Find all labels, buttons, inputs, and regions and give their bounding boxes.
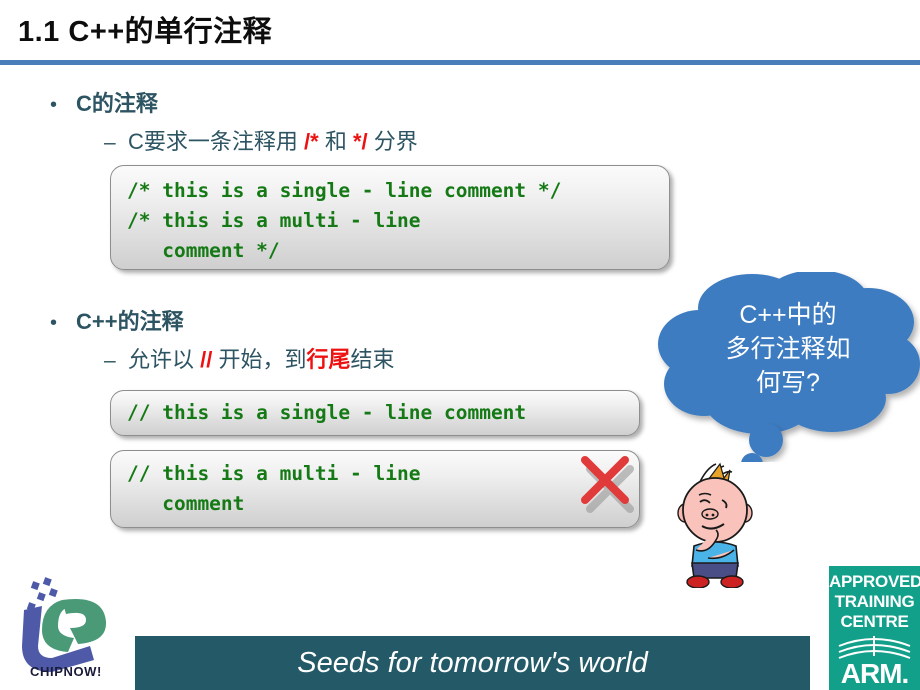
arm-badge-line: APPROVED (829, 572, 920, 591)
bullet-label: C++的注释 (76, 309, 184, 334)
sub-text-part: C要求一条注释用 (128, 129, 305, 154)
code-box-c-comments: /* this is a single - line comment */ /*… (110, 165, 670, 270)
thinking-boy-icon (677, 462, 753, 588)
sub-text-part-highlight: // (200, 347, 213, 372)
code-line: comment */ (127, 239, 280, 262)
arm-wordmark: ARM. (840, 658, 910, 689)
code-line: /* this is a single - line comment */ (127, 179, 562, 202)
arm-badge-line: TRAINING (834, 592, 915, 611)
code-line: /* this is a multi - line (127, 209, 421, 232)
sub-text-part: 分界 (367, 129, 418, 154)
thought-bubble-shape (658, 270, 920, 475)
sub-bullet-dash-icon: – (104, 349, 116, 372)
thought-bubble: C++中的 多行注释如 何写? (656, 270, 920, 475)
bullet-label: C的注释 (76, 91, 158, 116)
bullet-item-c-comments: • C的注释 (50, 86, 158, 118)
chipnow-wordmark: CHIPNOW! (30, 664, 102, 679)
code-box-cpp-single-line: // this is a single - line comment (110, 390, 640, 436)
sub-bullet-text: 允许以 // 开始，到行尾结束 (128, 342, 395, 374)
sub-bullet-dash-icon: – (104, 131, 116, 154)
code-box-cpp-multi-line-invalid: // this is a multi - line comment (110, 450, 640, 528)
sub-bullet-cpp-syntax: – 允许以 // 开始，到行尾结束 (104, 342, 395, 374)
code-line: // this is a single - line comment (127, 401, 527, 424)
sub-text-part: 和 (318, 129, 353, 154)
bullet-item-cpp-comments: • C++的注释 (50, 304, 184, 336)
sub-text-part: 允许以 (128, 347, 201, 372)
bullet-marker-icon: • (50, 312, 58, 334)
sub-text-part-highlight: 行尾 (306, 347, 351, 372)
red-x-icon (581, 456, 634, 513)
arm-approved-training-centre-badge: APPROVED TRAINING CENTRE ARM. (829, 566, 920, 690)
sub-text-part-highlight: */ (352, 129, 368, 154)
footer-tagline: Seeds for tomorrow's world (297, 647, 648, 679)
page-title: 1.1 C++的单行注释 (18, 16, 273, 48)
code-line: // this is a multi - line (127, 462, 421, 485)
sub-bullet-c-syntax: – C要求一条注释用 /* 和 */ 分界 (104, 124, 418, 156)
sub-bullet-text: C要求一条注释用 /* 和 */ 分界 (128, 124, 418, 156)
slide-canvas: 1.1 C++的单行注释 • C的注释 – C要求一条注释用 /* 和 */ 分… (0, 0, 920, 690)
sub-text-part-highlight: /* (304, 129, 319, 154)
open-book-icon (838, 636, 911, 659)
title-divider (0, 60, 920, 65)
bullet-marker-icon: • (50, 94, 58, 116)
code-line: comment (127, 492, 245, 515)
sub-text-part: 结束 (350, 347, 395, 372)
arm-badge-line: CENTRE (840, 612, 909, 631)
footer-bar: Seeds for tomorrow's world (135, 636, 810, 690)
sub-text-part: 开始，到 (212, 347, 307, 372)
